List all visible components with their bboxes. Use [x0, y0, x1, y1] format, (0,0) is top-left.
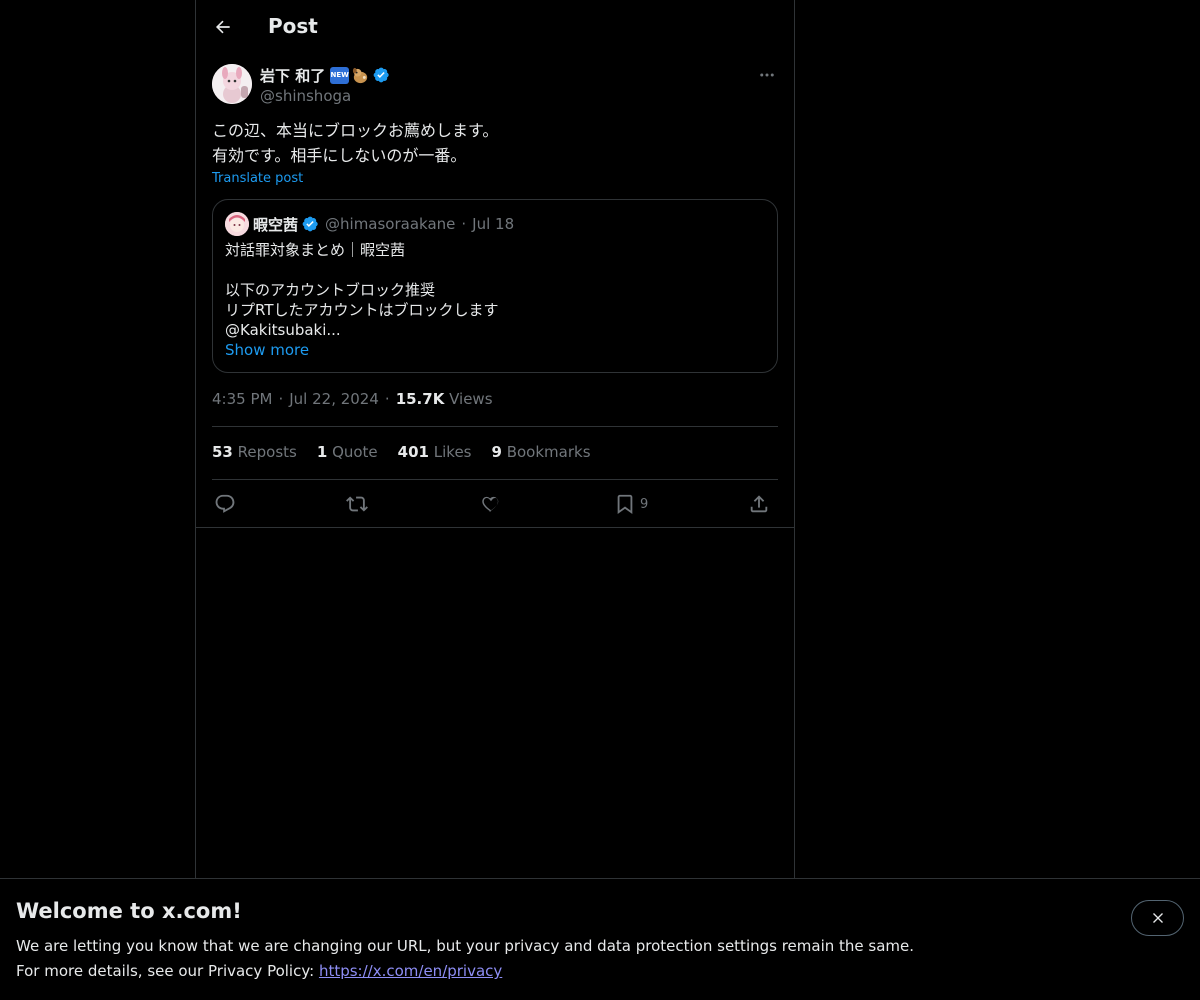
close-icon [1152, 913, 1163, 923]
views-label: Views [449, 390, 493, 408]
show-more-link[interactable]: Show more [225, 340, 765, 360]
bookmark-count: 9 [640, 496, 649, 512]
new-badge-icon: NEW [330, 66, 350, 84]
divider [212, 426, 778, 427]
quote-text-line [225, 260, 765, 280]
dog-emoji-icon [353, 67, 368, 83]
author-display-name[interactable]: 岩下 和了 [260, 65, 325, 86]
action-bar: 9 [212, 488, 778, 520]
separator-dot: · [461, 215, 467, 233]
likes-label: Likes [433, 443, 472, 461]
quote-avatar-image [225, 212, 249, 236]
bookmarks-stat[interactable]: 9 Bookmarks [492, 443, 591, 461]
reposts-stat[interactable]: 53 Reposts [212, 443, 297, 461]
close-banner-button[interactable] [1131, 900, 1184, 936]
reposts-count: 53 [212, 443, 233, 461]
quoted-post[interactable]: 暇空茜 @himasoraakane · Jul 18 対話罪対象まとめ｜暇空茜… [212, 199, 778, 373]
verified-badge-icon [373, 67, 389, 83]
quotes-stat[interactable]: 1 Quote [317, 443, 378, 461]
likes-stat[interactable]: 401 Likes [398, 443, 472, 461]
author-avatar[interactable] [212, 64, 252, 104]
heart-icon [482, 496, 499, 512]
share-button[interactable] [748, 488, 770, 520]
back-arrow-icon [215, 20, 230, 34]
banner-privacy-line: For more details, see our Privacy Policy… [16, 962, 502, 980]
post-date[interactable]: Jul 22, 2024 [289, 390, 379, 408]
bookmarks-count: 9 [491, 443, 502, 461]
banner-message: We are letting you know that we are chan… [16, 937, 915, 955]
quote-label: Quote [332, 443, 378, 461]
more-options-button[interactable] [756, 64, 778, 86]
translate-post-link[interactable]: Translate post [212, 171, 303, 186]
quote-text-line: リプRTしたアカウントはブロックします [225, 301, 499, 319]
post-text-line: この辺、本当にブロックお薦めします。 [212, 121, 499, 140]
post-text-line: 有効です。相手にしないのが一番。 [212, 146, 467, 165]
verified-badge-icon [302, 216, 318, 232]
engagement-stats: 53 Reposts 1 Quote 401 Likes 9 Bookmarks [212, 443, 611, 461]
quote-date[interactable]: Jul 18 [472, 215, 514, 233]
divider [212, 479, 778, 480]
post-time[interactable]: 4:35 PM [212, 390, 272, 408]
quote-author-name[interactable]: 暇空茜 [253, 214, 298, 235]
main-column: Post 岩下 和了 NEW @shinshoga この辺、本当にブロックお薦め… [195, 0, 795, 880]
divider [196, 527, 794, 528]
quote-text-line: @Kakitsubaki... [225, 321, 341, 339]
repost-icon [346, 496, 368, 512]
quote-text-line: 対話罪対象まとめ｜暇空茜 [225, 241, 406, 259]
reply-button[interactable] [214, 488, 236, 520]
quote-text-line: 以下のアカウントブロック推奨 [225, 281, 436, 299]
post-metadata: 4:35 PM · Jul 22, 2024 · 15.7K Views [212, 390, 493, 408]
quote-text: 対話罪対象まとめ｜暇空茜 以下のアカウントブロック推奨 リプRTしたアカウントは… [225, 240, 765, 360]
like-button[interactable] [480, 488, 502, 520]
quote-author-avatar[interactable] [225, 212, 249, 236]
page-title: Post [268, 14, 318, 38]
repost-button[interactable] [346, 488, 368, 520]
privacy-policy-link[interactable]: https://x.com/en/privacy [319, 962, 502, 980]
more-dots-icon [760, 73, 774, 77]
reply-icon [215, 494, 235, 513]
quote-author-handle[interactable]: @himasoraakane [325, 215, 455, 233]
banner-privacy-prefix: For more details, see our Privacy Policy… [16, 962, 319, 980]
top-bar: Post [196, 0, 794, 54]
views-count: 15.7K [395, 390, 445, 408]
author-avatar-image [212, 64, 252, 104]
likes-count: 401 [397, 443, 429, 461]
separator-dot: · [384, 390, 390, 408]
banner-title: Welcome to x.com! [16, 899, 242, 923]
author-handle[interactable]: @shinshoga [260, 86, 390, 106]
bookmark-button[interactable]: 9 [614, 488, 648, 520]
welcome-banner: Welcome to x.com! We are letting you kno… [0, 878, 1200, 1000]
separator-dot: · [278, 390, 284, 408]
share-icon [750, 495, 768, 513]
bookmark-icon [617, 494, 633, 515]
bookmarks-label: Bookmarks [506, 443, 591, 461]
back-button[interactable] [207, 11, 239, 43]
post-text: この辺、本当にブロックお薦めします。 有効です。相手にしないのが一番。 [212, 118, 778, 168]
post-author: 岩下 和了 NEW @shinshoga [212, 64, 778, 106]
reposts-label: Reposts [237, 443, 297, 461]
quote-count: 1 [316, 443, 328, 461]
